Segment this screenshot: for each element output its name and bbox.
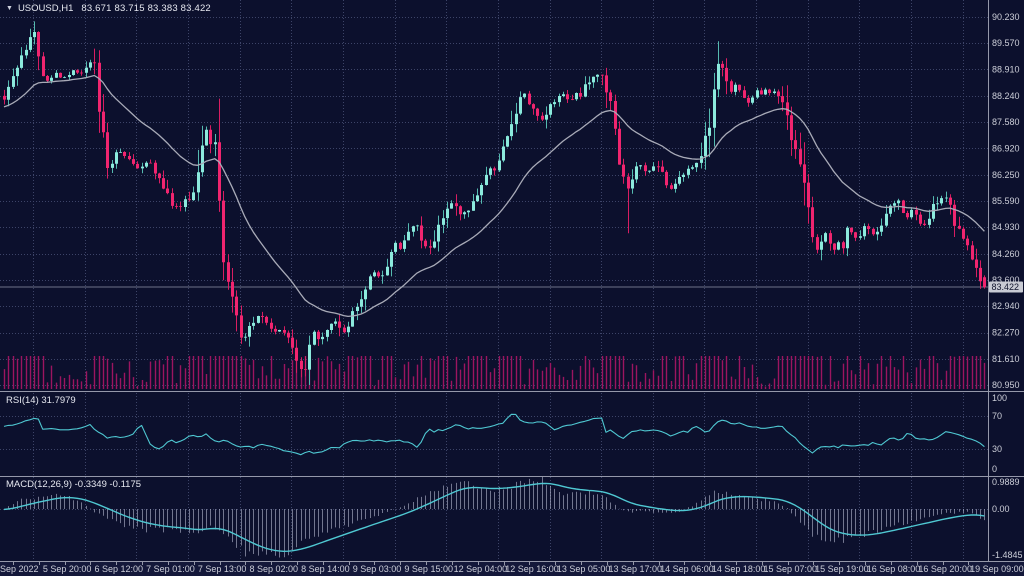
time-axis-label: 8 Sep 02:00 bbox=[249, 564, 298, 574]
rsi-indicator-label: RSI(14) 31.7979 bbox=[6, 395, 76, 406]
time-axis-label: 15 Sep 19:00 bbox=[815, 564, 869, 574]
price-axis-label: 90.230 bbox=[992, 12, 1020, 22]
price-axis-label: 88.240 bbox=[992, 91, 1020, 101]
price-axis-label: 80.950 bbox=[992, 380, 1020, 390]
time-axis-label: 5 Sep 2022 bbox=[0, 564, 39, 574]
rsi-axis-label: 0 bbox=[992, 464, 997, 474]
price-axis-label: 87.580 bbox=[992, 117, 1020, 127]
time-axis-label: 9 Sep 15:00 bbox=[404, 564, 453, 574]
time-axis-label: 6 Sep 12:00 bbox=[95, 564, 144, 574]
trading-chart-window: 90.230 89.570 88.910 88.240 87.580 86.920 86.2… bbox=[0, 0, 1024, 576]
price-axis-label: 86.250 bbox=[992, 170, 1020, 180]
macd-axis-label: 0.9889 bbox=[992, 477, 1020, 487]
time-axis-label: 16 Sep 20:00 bbox=[918, 564, 972, 574]
symbol-dropdown-icon[interactable]: ▼ bbox=[6, 5, 13, 12]
price-axis-label: 86.920 bbox=[992, 143, 1020, 153]
time-axis-label: 13 Sep 17:00 bbox=[609, 564, 663, 574]
price-axis-label: 88.910 bbox=[992, 64, 1020, 74]
macd-indicator-label: MACD(12,26,9) -0.3349 -0.1175 bbox=[6, 479, 141, 490]
ohlc-values: 83.671 83.715 83.383 83.422 bbox=[81, 3, 211, 14]
time-axis-label: 14 Sep 18:00 bbox=[712, 564, 766, 574]
time-axis-label: 12 Sep 16:00 bbox=[505, 564, 559, 574]
symbol-ohlc-readout: ▼ USOUSD,H1 83.671 83.715 83.383 83.422 bbox=[6, 3, 211, 14]
price-tag-layer: 83.422 bbox=[989, 282, 1023, 293]
rsi-axis-label: 30 bbox=[992, 444, 1002, 454]
time-axis-label: 19 Sep 09:00 bbox=[970, 564, 1024, 574]
price-axis-label: 84.930 bbox=[992, 222, 1020, 232]
time-axis-label: 9 Sep 03:00 bbox=[353, 564, 402, 574]
price-axis-label: 84.260 bbox=[992, 249, 1020, 259]
time-axis-label: 13 Sep 05:00 bbox=[557, 564, 611, 574]
macd-axis-label: 0.00 bbox=[992, 504, 1010, 514]
price-axis-label: 82.270 bbox=[992, 328, 1020, 338]
price-axis-label: 89.570 bbox=[992, 38, 1020, 48]
rsi-axis-label: 100 bbox=[992, 393, 1007, 403]
time-axis-label: 5 Sep 20:00 bbox=[43, 564, 92, 574]
time-axis-label: 7 Sep 13:00 bbox=[198, 564, 247, 574]
symbol-timeframe-label: USOUSD,H1 bbox=[18, 3, 73, 14]
time-axis-label: 15 Sep 07:00 bbox=[763, 564, 817, 574]
current-price-tag-value: 83.422 bbox=[992, 282, 1020, 292]
price-axis-label: 85.590 bbox=[992, 196, 1020, 206]
time-axis-label: 7 Sep 01:00 bbox=[146, 564, 195, 574]
time-axis-label: 14 Sep 06:00 bbox=[660, 564, 714, 574]
price-axis-label: 82.940 bbox=[992, 301, 1020, 311]
macd-axis-label: -1.4845 bbox=[992, 550, 1023, 560]
rsi-axis-label: 70 bbox=[992, 411, 1002, 421]
chart-canvas[interactable]: 90.230 89.570 88.910 88.240 87.580 86.920 86.2… bbox=[0, 0, 1024, 576]
time-axis-label: 16 Sep 08:00 bbox=[867, 564, 921, 574]
price-axis-label: 81.610 bbox=[992, 354, 1020, 364]
time-axis-label: 12 Sep 04:00 bbox=[454, 564, 508, 574]
time-axis-label: 8 Sep 14:00 bbox=[301, 564, 350, 574]
